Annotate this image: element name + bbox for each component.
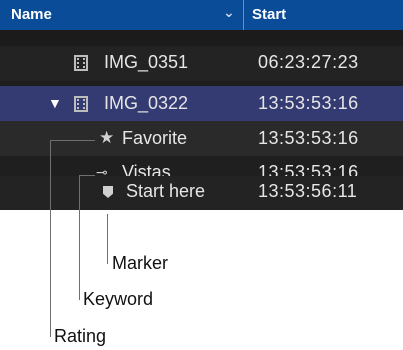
marker-name: Start here: [126, 182, 206, 201]
chevron-down-icon[interactable]: ⌄: [223, 4, 235, 21]
star-icon: ★: [99, 128, 115, 147]
marker-callout-line: [107, 214, 108, 264]
rating-start: 13:53:53:16: [258, 128, 359, 148]
clip-name: IMG_0322: [104, 93, 189, 113]
rating-callout-line-v: [50, 140, 51, 337]
column-separator[interactable]: [243, 0, 244, 30]
marker-start: 13:53:56:11: [258, 182, 358, 201]
keyword-callout-line-h: [79, 175, 95, 176]
keyword-callout-label: Keyword: [83, 289, 154, 309]
clip-row-img-0322[interactable]: ▼ IMG_0322 13:53:53:16: [0, 86, 403, 121]
clip-start: 13:53:53:16: [258, 93, 359, 113]
disclosure-triangle-icon[interactable]: ▼: [48, 95, 62, 111]
start-column-header[interactable]: Start: [252, 6, 286, 23]
marker-callout-label: Marker: [112, 253, 169, 273]
name-column-label: Name: [11, 6, 52, 23]
column-header-row: Name ⌄ Start: [0, 0, 403, 30]
clip-name: IMG_0351: [104, 52, 189, 72]
rating-callout-line-h: [50, 140, 95, 141]
keyword-row-vistas[interactable]: ⊸ Vistas 13:53:53:16: [0, 156, 403, 182]
name-column-header[interactable]: Name ⌄: [0, 0, 242, 30]
clip-start: 06:23:27:23: [258, 52, 359, 72]
filmstrip-icon: [74, 55, 88, 71]
keyword-callout-line-v: [79, 175, 80, 300]
rating-name: Favorite: [122, 128, 188, 148]
filmstrip-icon: [74, 96, 88, 112]
rating-callout-label: Rating: [54, 326, 107, 346]
clip-row-img-0351[interactable]: IMG_0351 06:23:27:23: [0, 46, 403, 81]
rating-row-favorite[interactable]: ★ Favorite 13:53:53:16: [0, 121, 403, 156]
